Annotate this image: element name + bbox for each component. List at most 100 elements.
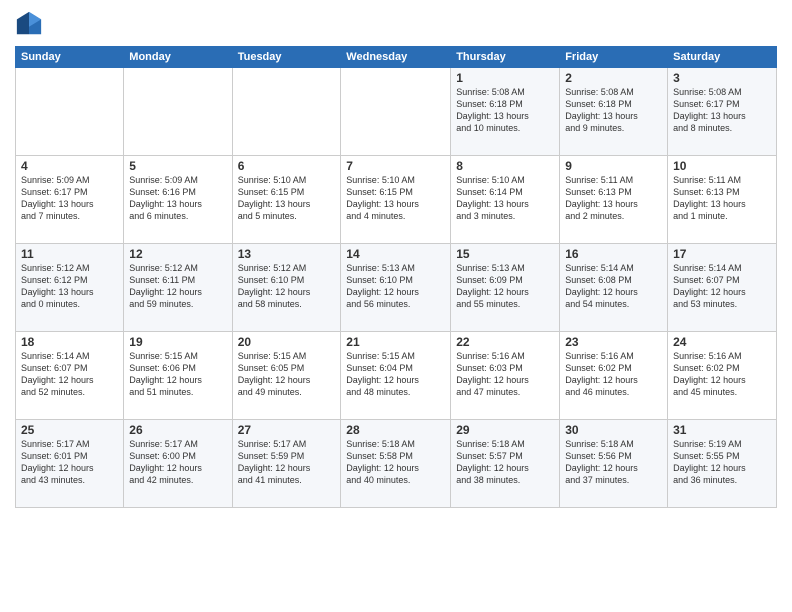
calendar: SundayMondayTuesdayWednesdayThursdayFrid… xyxy=(15,46,777,508)
day-info: Sunrise: 5:14 AMSunset: 6:07 PMDaylight:… xyxy=(21,350,118,399)
day-info: Sunrise: 5:12 AMSunset: 6:11 PMDaylight:… xyxy=(129,262,226,311)
calendar-week-row: 18Sunrise: 5:14 AMSunset: 6:07 PMDayligh… xyxy=(16,332,777,420)
day-number: 19 xyxy=(129,335,226,349)
logo xyxy=(15,10,46,38)
calendar-cell: 11Sunrise: 5:12 AMSunset: 6:12 PMDayligh… xyxy=(16,244,124,332)
day-number: 31 xyxy=(673,423,771,437)
day-info: Sunrise: 5:11 AMSunset: 6:13 PMDaylight:… xyxy=(673,174,771,223)
calendar-cell: 20Sunrise: 5:15 AMSunset: 6:05 PMDayligh… xyxy=(232,332,341,420)
day-info: Sunrise: 5:13 AMSunset: 6:09 PMDaylight:… xyxy=(456,262,554,311)
day-number: 12 xyxy=(129,247,226,261)
day-number: 13 xyxy=(238,247,336,261)
day-info: Sunrise: 5:17 AMSunset: 6:01 PMDaylight:… xyxy=(21,438,118,487)
calendar-cell: 25Sunrise: 5:17 AMSunset: 6:01 PMDayligh… xyxy=(16,420,124,508)
day-info: Sunrise: 5:10 AMSunset: 6:14 PMDaylight:… xyxy=(456,174,554,223)
header xyxy=(15,10,777,38)
calendar-cell: 1Sunrise: 5:08 AMSunset: 6:18 PMDaylight… xyxy=(451,68,560,156)
calendar-cell: 13Sunrise: 5:12 AMSunset: 6:10 PMDayligh… xyxy=(232,244,341,332)
calendar-cell: 7Sunrise: 5:10 AMSunset: 6:15 PMDaylight… xyxy=(341,156,451,244)
day-info: Sunrise: 5:09 AMSunset: 6:16 PMDaylight:… xyxy=(129,174,226,223)
day-number: 15 xyxy=(456,247,554,261)
day-number: 11 xyxy=(21,247,118,261)
day-info: Sunrise: 5:13 AMSunset: 6:10 PMDaylight:… xyxy=(346,262,445,311)
day-number: 16 xyxy=(565,247,662,261)
day-number: 27 xyxy=(238,423,336,437)
calendar-week-row: 11Sunrise: 5:12 AMSunset: 6:12 PMDayligh… xyxy=(16,244,777,332)
day-number: 17 xyxy=(673,247,771,261)
day-number: 18 xyxy=(21,335,118,349)
calendar-cell xyxy=(124,68,232,156)
day-number: 2 xyxy=(565,71,662,85)
calendar-cell: 24Sunrise: 5:16 AMSunset: 6:02 PMDayligh… xyxy=(668,332,777,420)
calendar-week-row: 1Sunrise: 5:08 AMSunset: 6:18 PMDaylight… xyxy=(16,68,777,156)
calendar-cell: 22Sunrise: 5:16 AMSunset: 6:03 PMDayligh… xyxy=(451,332,560,420)
calendar-cell: 26Sunrise: 5:17 AMSunset: 6:00 PMDayligh… xyxy=(124,420,232,508)
calendar-cell xyxy=(16,68,124,156)
calendar-cell: 29Sunrise: 5:18 AMSunset: 5:57 PMDayligh… xyxy=(451,420,560,508)
calendar-cell: 3Sunrise: 5:08 AMSunset: 6:17 PMDaylight… xyxy=(668,68,777,156)
day-number: 3 xyxy=(673,71,771,85)
day-number: 1 xyxy=(456,71,554,85)
day-info: Sunrise: 5:12 AMSunset: 6:12 PMDaylight:… xyxy=(21,262,118,311)
day-info: Sunrise: 5:10 AMSunset: 6:15 PMDaylight:… xyxy=(238,174,336,223)
day-info: Sunrise: 5:14 AMSunset: 6:07 PMDaylight:… xyxy=(673,262,771,311)
calendar-cell xyxy=(232,68,341,156)
day-info: Sunrise: 5:17 AMSunset: 6:00 PMDaylight:… xyxy=(129,438,226,487)
calendar-cell: 10Sunrise: 5:11 AMSunset: 6:13 PMDayligh… xyxy=(668,156,777,244)
day-number: 6 xyxy=(238,159,336,173)
day-number: 14 xyxy=(346,247,445,261)
weekday-header: Monday xyxy=(124,47,232,68)
day-info: Sunrise: 5:15 AMSunset: 6:04 PMDaylight:… xyxy=(346,350,445,399)
day-number: 20 xyxy=(238,335,336,349)
day-info: Sunrise: 5:08 AMSunset: 6:17 PMDaylight:… xyxy=(673,86,771,135)
day-number: 7 xyxy=(346,159,445,173)
day-number: 26 xyxy=(129,423,226,437)
weekday-header-row: SundayMondayTuesdayWednesdayThursdayFrid… xyxy=(16,47,777,68)
calendar-cell: 14Sunrise: 5:13 AMSunset: 6:10 PMDayligh… xyxy=(341,244,451,332)
calendar-cell: 8Sunrise: 5:10 AMSunset: 6:14 PMDaylight… xyxy=(451,156,560,244)
day-number: 22 xyxy=(456,335,554,349)
day-info: Sunrise: 5:16 AMSunset: 6:02 PMDaylight:… xyxy=(565,350,662,399)
day-number: 10 xyxy=(673,159,771,173)
logo-icon xyxy=(15,10,43,38)
day-info: Sunrise: 5:16 AMSunset: 6:03 PMDaylight:… xyxy=(456,350,554,399)
calendar-cell: 2Sunrise: 5:08 AMSunset: 6:18 PMDaylight… xyxy=(560,68,668,156)
weekday-header: Sunday xyxy=(16,47,124,68)
day-info: Sunrise: 5:18 AMSunset: 5:57 PMDaylight:… xyxy=(456,438,554,487)
calendar-cell: 15Sunrise: 5:13 AMSunset: 6:09 PMDayligh… xyxy=(451,244,560,332)
day-info: Sunrise: 5:11 AMSunset: 6:13 PMDaylight:… xyxy=(565,174,662,223)
calendar-cell: 30Sunrise: 5:18 AMSunset: 5:56 PMDayligh… xyxy=(560,420,668,508)
day-info: Sunrise: 5:12 AMSunset: 6:10 PMDaylight:… xyxy=(238,262,336,311)
calendar-week-row: 4Sunrise: 5:09 AMSunset: 6:17 PMDaylight… xyxy=(16,156,777,244)
day-number: 25 xyxy=(21,423,118,437)
day-info: Sunrise: 5:08 AMSunset: 6:18 PMDaylight:… xyxy=(456,86,554,135)
calendar-cell: 23Sunrise: 5:16 AMSunset: 6:02 PMDayligh… xyxy=(560,332,668,420)
day-info: Sunrise: 5:10 AMSunset: 6:15 PMDaylight:… xyxy=(346,174,445,223)
calendar-cell: 27Sunrise: 5:17 AMSunset: 5:59 PMDayligh… xyxy=(232,420,341,508)
calendar-cell: 28Sunrise: 5:18 AMSunset: 5:58 PMDayligh… xyxy=(341,420,451,508)
calendar-cell: 5Sunrise: 5:09 AMSunset: 6:16 PMDaylight… xyxy=(124,156,232,244)
calendar-cell xyxy=(341,68,451,156)
day-info: Sunrise: 5:17 AMSunset: 5:59 PMDaylight:… xyxy=(238,438,336,487)
day-info: Sunrise: 5:18 AMSunset: 5:58 PMDaylight:… xyxy=(346,438,445,487)
weekday-header: Saturday xyxy=(668,47,777,68)
calendar-cell: 31Sunrise: 5:19 AMSunset: 5:55 PMDayligh… xyxy=(668,420,777,508)
day-info: Sunrise: 5:18 AMSunset: 5:56 PMDaylight:… xyxy=(565,438,662,487)
day-number: 29 xyxy=(456,423,554,437)
day-number: 9 xyxy=(565,159,662,173)
page: SundayMondayTuesdayWednesdayThursdayFrid… xyxy=(0,0,792,612)
day-info: Sunrise: 5:09 AMSunset: 6:17 PMDaylight:… xyxy=(21,174,118,223)
calendar-week-row: 25Sunrise: 5:17 AMSunset: 6:01 PMDayligh… xyxy=(16,420,777,508)
calendar-cell: 21Sunrise: 5:15 AMSunset: 6:04 PMDayligh… xyxy=(341,332,451,420)
day-number: 4 xyxy=(21,159,118,173)
day-info: Sunrise: 5:15 AMSunset: 6:05 PMDaylight:… xyxy=(238,350,336,399)
calendar-cell: 4Sunrise: 5:09 AMSunset: 6:17 PMDaylight… xyxy=(16,156,124,244)
weekday-header: Wednesday xyxy=(341,47,451,68)
day-number: 8 xyxy=(456,159,554,173)
day-number: 21 xyxy=(346,335,445,349)
day-number: 23 xyxy=(565,335,662,349)
day-info: Sunrise: 5:14 AMSunset: 6:08 PMDaylight:… xyxy=(565,262,662,311)
calendar-cell: 19Sunrise: 5:15 AMSunset: 6:06 PMDayligh… xyxy=(124,332,232,420)
weekday-header: Tuesday xyxy=(232,47,341,68)
day-info: Sunrise: 5:19 AMSunset: 5:55 PMDaylight:… xyxy=(673,438,771,487)
